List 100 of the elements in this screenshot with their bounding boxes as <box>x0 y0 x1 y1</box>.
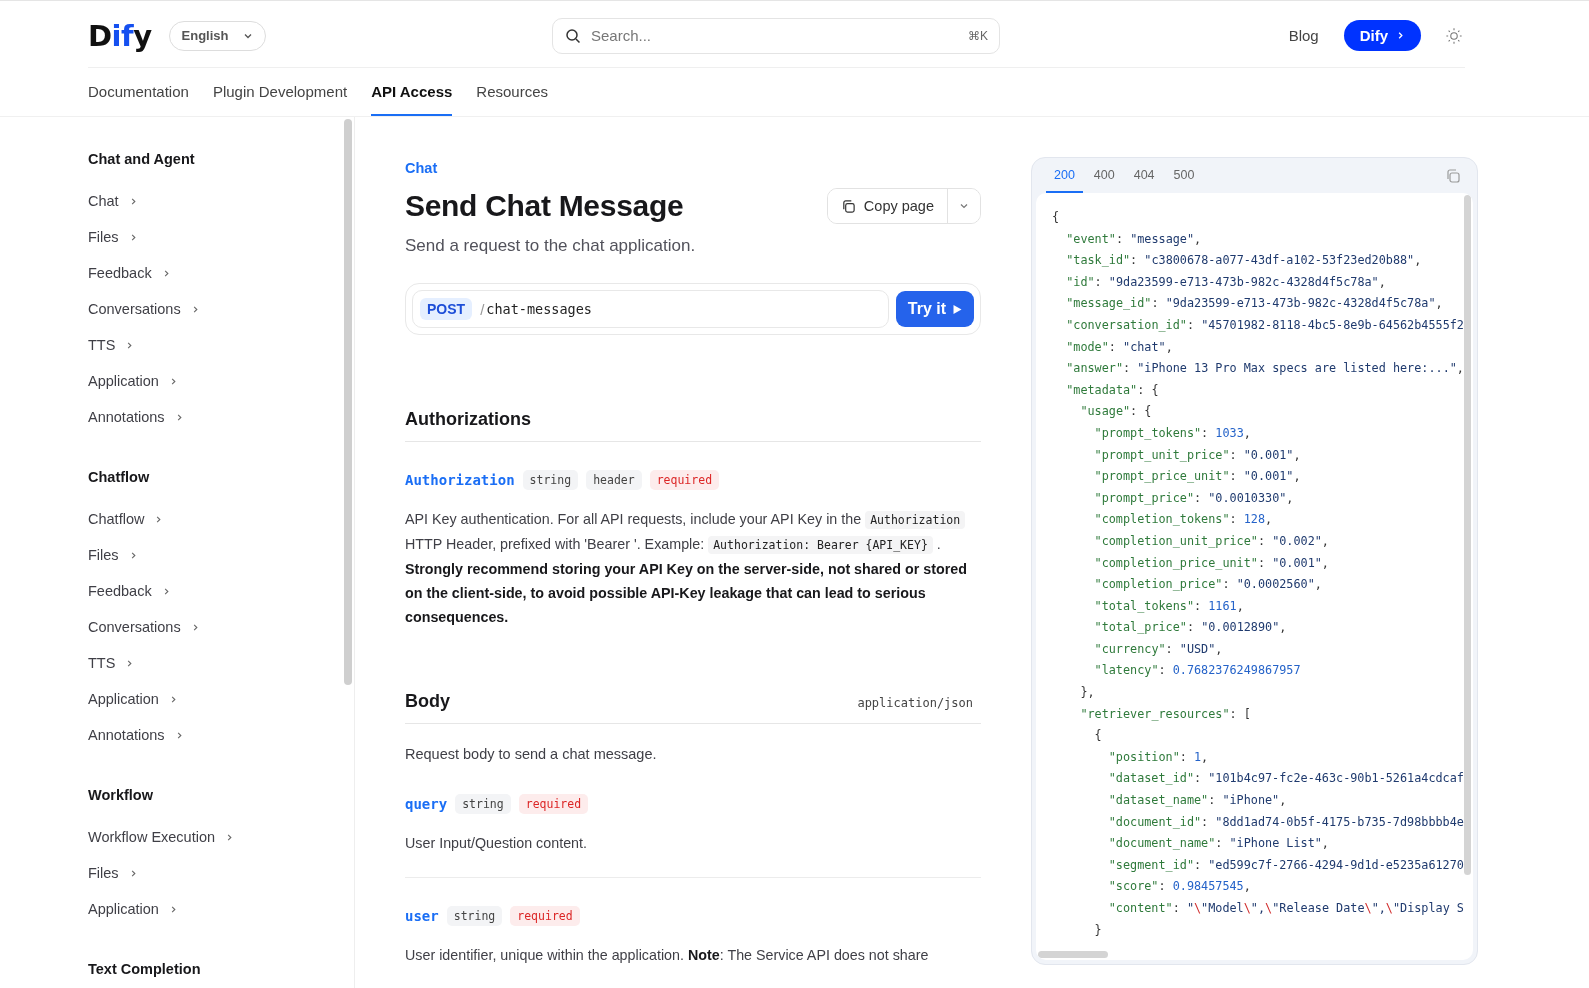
page-subtitle: Send a request to the chat application. <box>405 236 697 256</box>
copy-icon[interactable] <box>1445 167 1461 184</box>
nav-tab[interactable]: API Access <box>371 68 453 116</box>
param-tag: required <box>510 906 580 926</box>
code-line: } <box>1094 921 1102 939</box>
nav-tab[interactable]: Resources <box>476 68 549 116</box>
param-name: query <box>405 796 448 812</box>
param-tag: string <box>522 470 579 490</box>
code-line: "completion_price_unit": "0.001", <box>1094 554 1329 572</box>
code-line: "total_price": "0.0012890", <box>1094 619 1287 637</box>
sidebar-group-title: Chat and Agent <box>88 151 196 169</box>
code-line: "message_id": "9da23599-e713-473b-982c-4328d4f5c78a", <box>1066 295 1443 313</box>
sidebar-item[interactable]: Annotations <box>88 399 354 435</box>
play-icon <box>952 303 962 315</box>
param-tag: string <box>455 794 511 814</box>
code-line: "completion_tokens": 128, <box>1094 511 1273 529</box>
code-line: "score": 0.98457545, <box>1108 878 1251 896</box>
code-line: "segment_id": "ed599c7f-2766-4294-9d1d-e5235a61270 <box>1108 856 1464 874</box>
sidebar-item[interactable]: Feedback <box>88 573 354 609</box>
code-line: { <box>1094 727 1102 745</box>
sidebar-item[interactable]: Application <box>88 363 354 399</box>
code-line: "prompt_tokens": 1033, <box>1094 424 1251 442</box>
code-line: "prompt_price": "0.0010330", <box>1094 489 1294 507</box>
code-line: "conversation_id": "45701982-8118-4bc5-8e9b-64562b4555f2 <box>1066 316 1464 334</box>
code-line: "document_id": "8dd1ad74-0b5f-4175-b735-7d98bbbb4e <box>1108 813 1464 831</box>
sidebar-item[interactable]: Chatflow <box>88 501 354 537</box>
sun-icon[interactable] <box>1445 26 1463 45</box>
code-line: "usage": { <box>1080 403 1152 421</box>
chevron-down-icon <box>959 201 969 211</box>
breadcrumb[interactable]: Chat <box>405 160 981 180</box>
chevron-right-icon <box>125 340 135 350</box>
code-line: "currency": "USD", <box>1094 640 1223 658</box>
nav-tab[interactable]: Documentation <box>88 68 189 116</box>
sidebar-item[interactable]: Files <box>88 219 354 255</box>
code-line: "prompt_unit_price": "0.001", <box>1094 446 1301 464</box>
code-line: "content": "\"Model\",\"Release Date\",\"Display S <box>1108 900 1464 917</box>
code-line: "completion_price": "0.0002560", <box>1094 576 1322 594</box>
sidebar-item[interactable]: TTS <box>88 327 354 363</box>
sidebar-item[interactable]: Conversations <box>88 609 354 645</box>
param-tag: required <box>518 794 589 814</box>
sidebar-group-title: Chatflow <box>88 469 151 487</box>
logo[interactable]: Dify <box>88 18 152 53</box>
dify-button[interactable]: Dify <box>1343 20 1421 51</box>
scrollbar[interactable] <box>1038 951 1108 958</box>
shortcut-hint: ⌘K <box>968 28 988 43</box>
code-line: "id": "9da23599-e713-473b-982c-4328d4f5c78a", <box>1066 273 1386 291</box>
scrollbar[interactable] <box>1464 195 1471 875</box>
chevron-right-icon <box>125 658 135 668</box>
param-name: user <box>405 908 439 924</box>
sidebar-item[interactable]: Annotations <box>88 717 354 753</box>
code-line: "position": 1, <box>1108 748 1209 766</box>
sidebar-item[interactable]: Workflow Execution <box>88 819 354 855</box>
try-it-button[interactable]: Try it <box>895 291 974 327</box>
sidebar-item[interactable]: Files <box>88 537 354 573</box>
code-line: { <box>1052 209 1060 226</box>
page-title: Send Chat Message <box>405 189 684 223</box>
endpoint-path: chat-messages <box>486 301 592 317</box>
scrollbar[interactable] <box>344 119 352 685</box>
param-description: User Input/Question content. <box>405 834 588 853</box>
param-description: API Key authentication. For all API requests, include your API Key in the Authorization HTTP Header, prefixed with 'Bearer '. Example: Authorization: Bearer {API_KEY} . Strongly recommend storing your API Key on the server-side, not shared or stored on the client-side, to avoid possible API-Key leakage that can lead to serious consequences. <box>405 510 968 627</box>
method-badge: POST <box>420 298 473 320</box>
sidebar-group-title: Workflow <box>88 787 154 805</box>
code-line: "answer": "iPhone 13 Pro Max specs are listed here:...", <box>1066 360 1464 378</box>
sidebar-item[interactable]: Chat <box>88 183 354 219</box>
code-line: "document_name": "iPhone List", <box>1108 835 1329 853</box>
section-heading: Authorizations <box>405 409 531 430</box>
sidebar-item[interactable]: Application <box>88 891 354 927</box>
param-tag: string <box>446 906 503 926</box>
copy-icon <box>840 198 856 214</box>
param-tag: required <box>649 470 720 490</box>
chevron-right-icon <box>154 514 164 524</box>
code-line: "latency": 0.7682376249867957 <box>1094 662 1301 680</box>
sidebar-item[interactable]: TTS <box>88 645 354 681</box>
content-type: application/json <box>857 696 973 710</box>
code-line: "dataset_id": "101b4c97-fc2e-463c-90b1-5261a4cdcaf <box>1108 770 1464 788</box>
param-tag: header <box>586 470 642 490</box>
status-tab[interactable]: 500 <box>1165 158 1203 193</box>
sidebar-group-title: Text Completion <box>88 961 202 979</box>
code-line: "completion_unit_price": "0.002", <box>1094 532 1329 550</box>
param-name: Authorization <box>405 472 515 488</box>
blog-link[interactable]: Blog <box>1288 27 1319 44</box>
code-line: "event": "message", <box>1066 230 1202 248</box>
code-line: "metadata": { <box>1066 381 1159 399</box>
status-tab[interactable]: 400 <box>1085 158 1123 193</box>
chevron-right-icon <box>225 832 235 842</box>
sidebar-item[interactable]: Conversations <box>88 291 354 327</box>
sidebar-item[interactable]: Feedback <box>88 255 354 291</box>
sidebar-item[interactable]: Files <box>88 855 354 891</box>
nav-tab[interactable]: Plugin Development <box>212 68 348 116</box>
sidebar-item[interactable]: Application <box>88 681 354 717</box>
code-line: "dataset_name": "iPhone", <box>1108 792 1287 810</box>
status-tab[interactable]: 404 <box>1125 158 1163 193</box>
language-select[interactable]: English <box>168 20 266 51</box>
chevron-right-icon <box>1396 31 1405 40</box>
code-line: "retriever_resources": [ <box>1080 705 1251 723</box>
search-icon <box>565 27 581 44</box>
param-description: User identifier, unique within the application. Note: The Service API does not share <box>405 946 930 965</box>
code-line: "total_tokens": 1161, <box>1094 597 1244 615</box>
copy-page-button[interactable]: Copy page <box>827 189 948 223</box>
section-description: Request body to send a chat message. <box>405 745 658 764</box>
